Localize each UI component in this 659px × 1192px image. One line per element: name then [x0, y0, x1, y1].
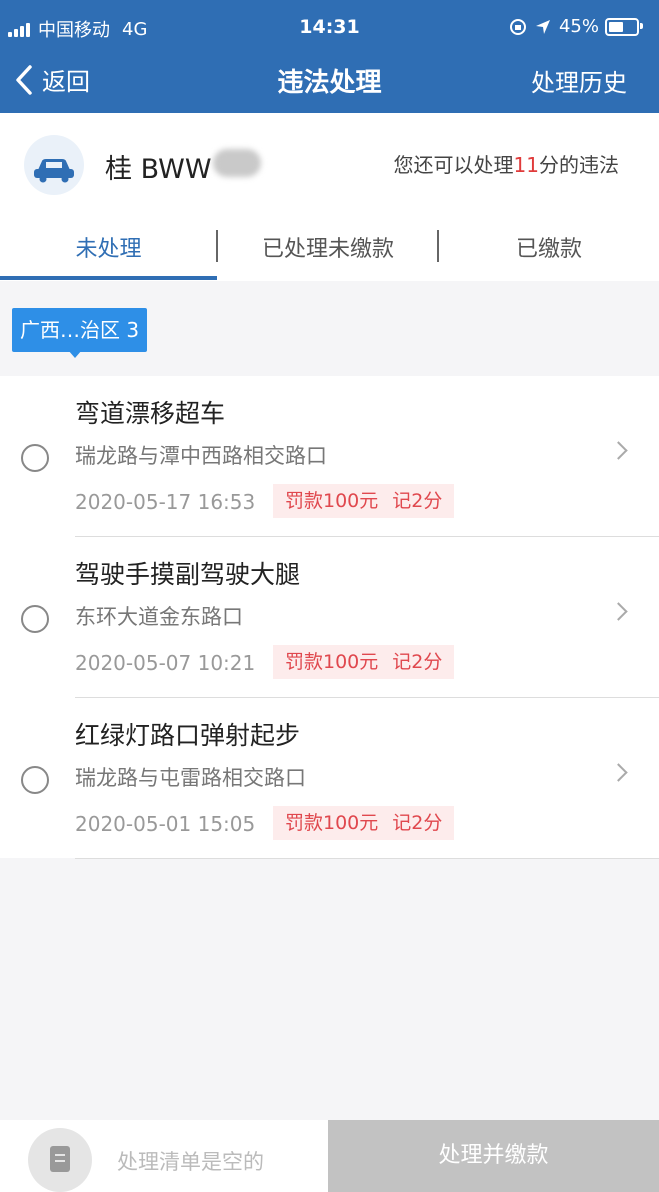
orientation-lock-icon — [509, 18, 526, 35]
fine-amount: 罚款100元 — [285, 651, 379, 673]
tab-bar: 未处理 已处理未缴款 已缴款 — [0, 213, 659, 281]
violation-location: 瑞龙路与屯雷路相交路口 — [75, 766, 306, 790]
region-filter-tag[interactable]: 广西…治区 3 — [12, 308, 148, 352]
violation-item[interactable]: 驾驶手摸副驾驶大腿 东环大道金东路口 2020-05-07 10:21 罚款10… — [0, 537, 659, 698]
tab-processed-unpaid[interactable]: 已处理未缴款 — [218, 231, 438, 263]
penalty-badge: 罚款100元 记2分 — [273, 484, 455, 518]
violation-title: 弯道漂移超车 — [75, 399, 226, 428]
points-prefix: 您还可以处理 — [393, 153, 514, 177]
violation-location: 东环大道金东路口 — [75, 605, 243, 629]
tab-paid[interactable]: 已缴款 — [439, 231, 659, 263]
violation-datetime: 2020-05-07 10:21 — [75, 651, 256, 675]
violation-title: 驾驶手摸副驾驶大腿 — [75, 560, 301, 589]
fine-amount: 罚款100元 — [285, 490, 379, 512]
violation-item[interactable]: 红绿灯路口弹射起步 瑞龙路与屯雷路相交路口 2020-05-01 15:05 罚… — [0, 698, 659, 859]
violation-location: 瑞龙路与潭中西路相交路口 — [75, 444, 327, 468]
license-plate: 桂 BWW — [105, 154, 212, 185]
history-button[interactable]: 处理历史 — [531, 63, 627, 98]
empty-list-text: 处理清单是空的 — [117, 1150, 264, 1174]
location-arrow-icon — [535, 19, 550, 34]
status-bar: 中国移动 4G 14:31 45% — [0, 10, 659, 46]
process-list-button[interactable] — [28, 1128, 92, 1192]
points-value: 11 — [513, 153, 539, 177]
chevron-right-icon — [609, 602, 628, 621]
select-radio[interactable] — [21, 605, 49, 633]
chevron-right-icon — [609, 441, 628, 460]
document-icon — [50, 1146, 70, 1172]
select-radio[interactable] — [21, 766, 49, 794]
chevron-right-icon — [609, 763, 628, 782]
tab-unprocessed[interactable]: 未处理 — [0, 231, 217, 263]
battery-icon — [605, 17, 643, 36]
plate-redaction — [213, 149, 261, 177]
divider — [75, 858, 659, 859]
car-icon — [24, 135, 84, 195]
violation-item[interactable]: 弯道漂移超车 瑞龙路与潭中西路相交路口 2020-05-17 16:53 罚款1… — [0, 376, 659, 537]
penalty-badge: 罚款100元 记2分 — [273, 645, 455, 679]
vehicle-info: 桂 BWW 您还可以处理11分的违法 — [0, 113, 659, 213]
penalty-points: 记2分 — [392, 490, 443, 512]
violation-title: 红绿灯路口弹射起步 — [75, 721, 301, 750]
process-and-pay-button[interactable]: 处理并缴款 — [328, 1120, 659, 1192]
fine-amount: 罚款100元 — [285, 812, 379, 834]
bottom-action-bar: 处理清单是空的 处理并缴款 — [0, 1120, 659, 1192]
violation-datetime: 2020-05-01 15:05 — [75, 812, 256, 836]
penalty-points: 记2分 — [392, 651, 443, 673]
points-suffix: 分的违法 — [539, 153, 619, 177]
select-radio[interactable] — [21, 444, 49, 472]
remaining-points: 您还可以处理11分的违法 — [394, 149, 619, 178]
penalty-points: 记2分 — [392, 812, 443, 834]
navigation-bar: 返回 违法处理 处理历史 — [0, 50, 659, 110]
region-tag-pointer — [68, 350, 82, 358]
violation-list: 弯道漂移超车 瑞龙路与潭中西路相交路口 2020-05-17 16:53 罚款1… — [0, 376, 659, 859]
violation-datetime: 2020-05-17 16:53 — [75, 490, 256, 514]
app-header: 中国移动 4G 14:31 45% 返回 违法处理 处理历史 — [0, 0, 659, 113]
penalty-badge: 罚款100元 记2分 — [273, 806, 455, 840]
active-tab-indicator — [0, 276, 217, 280]
battery-percent: 45% — [558, 16, 599, 37]
